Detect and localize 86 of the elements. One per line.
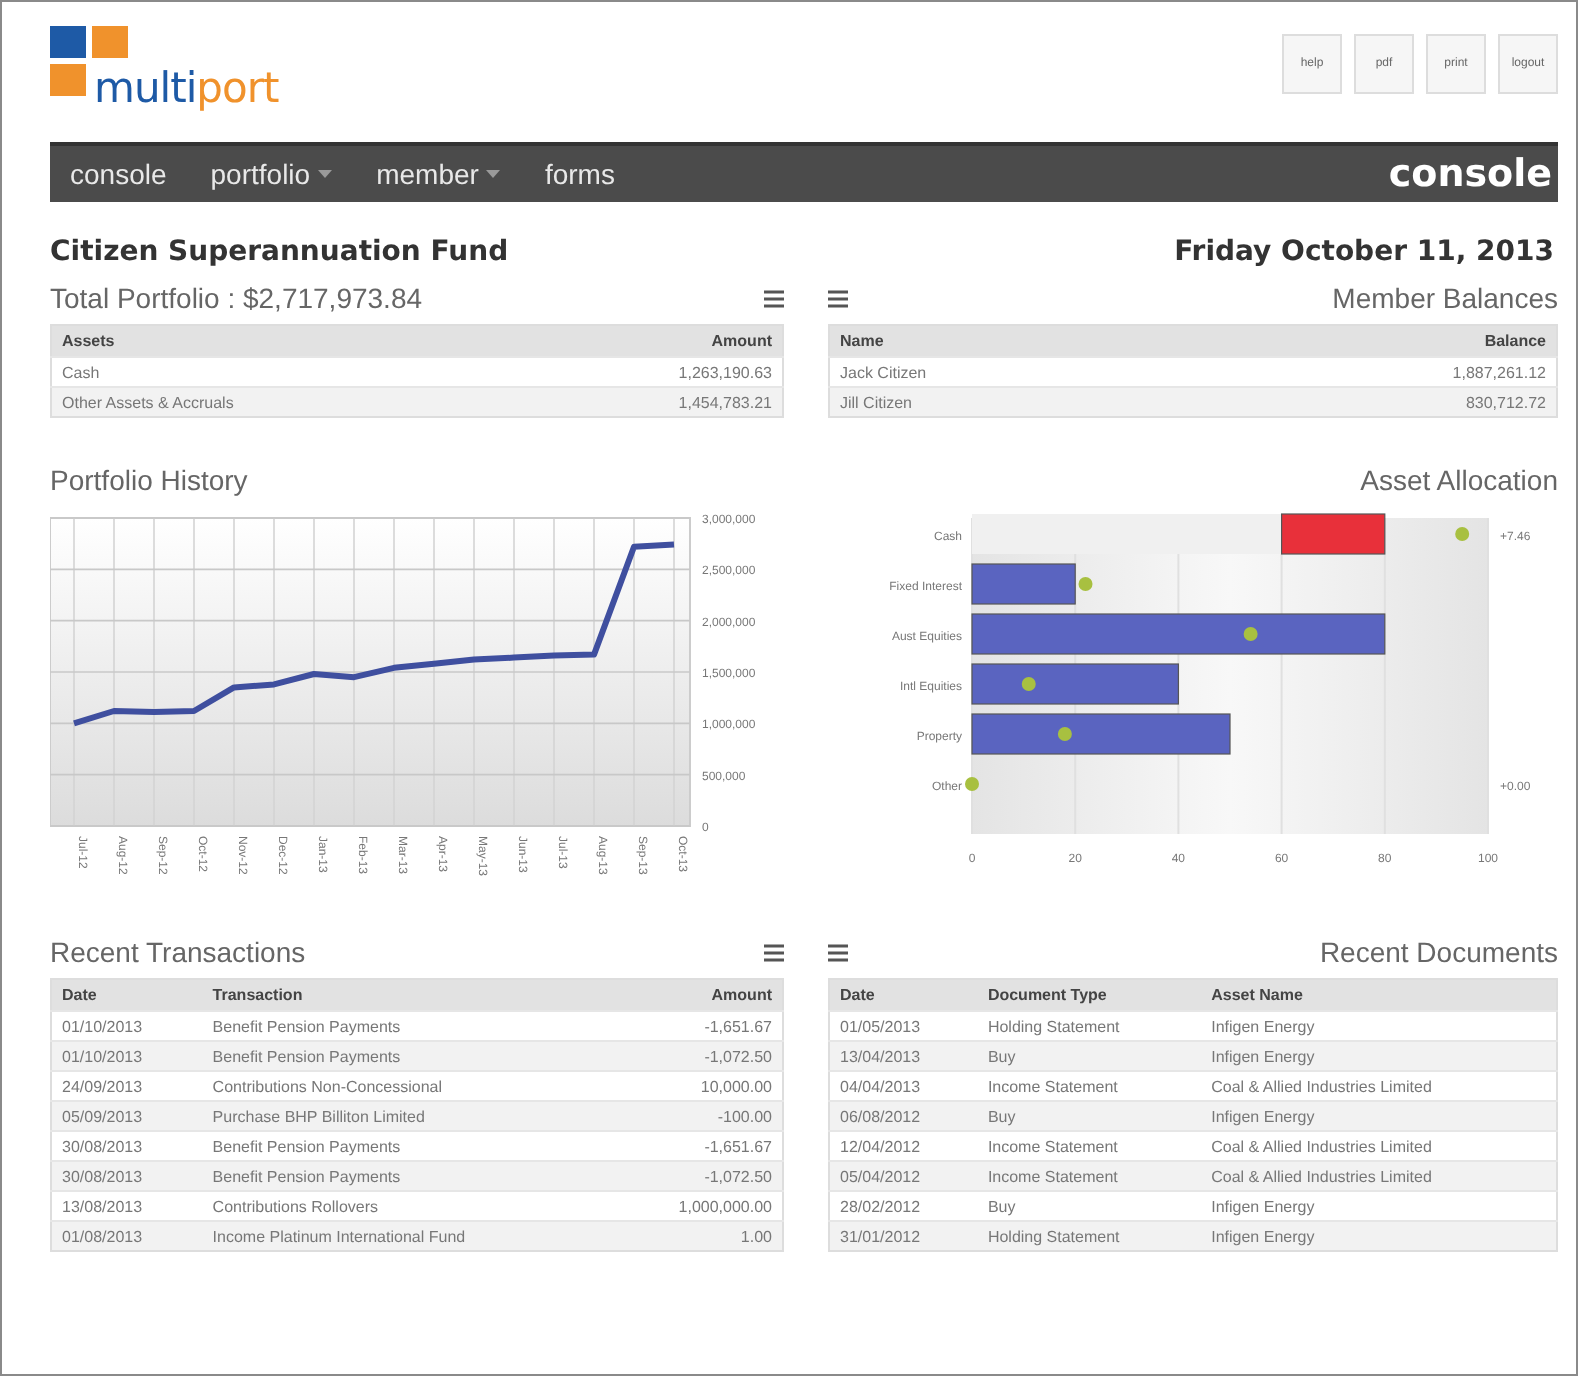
chart-title: Asset Allocation [1360, 464, 1558, 496]
fund-name: Citizen Superannuation Fund [50, 236, 509, 268]
table-cell: Jack Citizen [829, 357, 1182, 387]
table-cell: -1,651.67 [611, 1011, 783, 1041]
nav-item[interactable]: portfolio [210, 158, 333, 190]
section-title: Member Balances [1332, 282, 1558, 314]
section-title: Recent Documents [1319, 936, 1558, 968]
table-cell: 1,454,783.21 [510, 387, 783, 417]
table-cell: 30/08/2013 [51, 1161, 203, 1191]
table-cell: 28/02/2012 [829, 1191, 978, 1221]
table-cell: Cash [51, 357, 511, 387]
menu-icon[interactable] [764, 289, 784, 307]
menu-icon[interactable] [828, 289, 848, 307]
column-header: Date [51, 979, 203, 1011]
table-cell: -100.00 [611, 1101, 783, 1131]
table-cell: Buy [977, 1191, 1202, 1221]
table-cell: Other Assets & Accruals [51, 387, 511, 417]
section-title: Total Portfolio : $2,717,973.84 [50, 282, 423, 314]
chart-title: Portfolio History [50, 464, 248, 496]
table-cell: Benefit Pension Payments [202, 1041, 612, 1071]
table-cell: -1,651.67 [611, 1131, 783, 1161]
nav-item[interactable]: console [70, 158, 167, 190]
table-cell: 06/08/2012 [829, 1101, 978, 1131]
table-cell: Coal & Allied Industries Limited [1201, 1071, 1557, 1101]
table-cell: 01/10/2013 [51, 1011, 203, 1041]
column-header: Document Type [977, 979, 1202, 1011]
table-cell: Benefit Pension Payments [202, 1131, 612, 1161]
table-cell: 1,263,190.63 [510, 357, 783, 387]
table-cell: 05/09/2013 [51, 1101, 203, 1131]
table-cell: Holding Statement [977, 1011, 1202, 1041]
column-header: Amount [510, 325, 783, 357]
table-cell: Purchase BHP Billiton Limited [202, 1101, 612, 1131]
table-cell: 24/09/2013 [51, 1071, 203, 1101]
table-cell: 1,000,000.00 [611, 1191, 783, 1221]
menu-icon[interactable] [828, 943, 848, 961]
caret-icon [318, 170, 333, 178]
column-header: Name [829, 325, 1182, 357]
table-cell: 1,887,261.12 [1181, 357, 1557, 387]
table-cell: Infigen Energy [1201, 1041, 1557, 1071]
nav-item[interactable]: member [376, 158, 501, 190]
table-cell: Infigen Energy [1201, 1101, 1557, 1131]
table-cell: Income Statement [977, 1131, 1202, 1161]
column-header: Amount [611, 979, 783, 1011]
section-title: Recent Transactions [50, 936, 306, 968]
table-cell: Benefit Pension Payments [202, 1011, 612, 1041]
table-cell: 01/08/2013 [51, 1221, 203, 1251]
table-cell: Income Statement [977, 1161, 1202, 1191]
table-cell: Income Statement [977, 1071, 1202, 1101]
table-cell: 830,712.72 [1181, 387, 1557, 417]
table-cell: Infigen Energy [1201, 1221, 1557, 1251]
caret-icon [486, 170, 501, 178]
table-cell: -1,072.50 [611, 1041, 783, 1071]
table-cell: Contributions Rollovers [202, 1191, 612, 1221]
table-cell: Contributions Non-Concessional [202, 1071, 612, 1101]
logo-text: multiport [94, 64, 279, 112]
table-cell: 12/04/2012 [829, 1131, 978, 1161]
table-cell: 13/08/2013 [51, 1191, 203, 1221]
table-cell: 04/04/2013 [829, 1071, 978, 1101]
table-cell: 05/04/2012 [829, 1161, 978, 1191]
table-cell: 1.00 [611, 1221, 783, 1251]
nav-item[interactable]: forms [544, 158, 615, 190]
table-cell: Buy [977, 1041, 1202, 1071]
table-cell: 30/08/2013 [51, 1131, 203, 1161]
column-header: Date [829, 979, 978, 1011]
table-cell: Infigen Energy [1201, 1011, 1557, 1041]
menu-icon[interactable] [764, 943, 784, 961]
table-cell: Benefit Pension Payments [202, 1161, 612, 1191]
column-header: Transaction [202, 979, 612, 1011]
table-cell: Holding Statement [977, 1221, 1202, 1251]
table-cell: 01/10/2013 [51, 1041, 203, 1071]
column-header: Asset Name [1201, 979, 1557, 1011]
table-cell: -1,072.50 [611, 1161, 783, 1191]
table-cell: 01/05/2013 [829, 1011, 978, 1041]
table-cell: Income Platinum International Fund [202, 1221, 612, 1251]
table-cell: 10,000.00 [611, 1071, 783, 1101]
table-cell: Coal & Allied Industries Limited [1201, 1161, 1557, 1191]
table-cell: 31/01/2012 [829, 1221, 978, 1251]
column-header: Assets [51, 325, 511, 357]
table-cell: Coal & Allied Industries Limited [1201, 1131, 1557, 1161]
column-header: Balance [1181, 325, 1557, 357]
date-label: Friday October 11, 2013 [1174, 236, 1554, 268]
page-title: console [1388, 152, 1552, 196]
table-cell: Jill Citizen [829, 387, 1182, 417]
table-cell: 13/04/2013 [829, 1041, 978, 1071]
table-cell: Infigen Energy [1201, 1191, 1557, 1221]
table-cell: Buy [977, 1101, 1202, 1131]
